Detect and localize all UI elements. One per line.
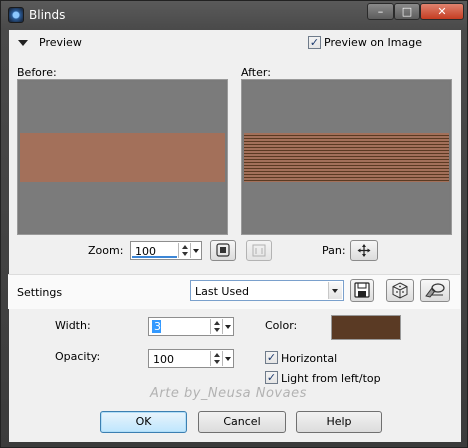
width-value[interactable]: 3	[154, 320, 161, 333]
reset-cube-icon	[392, 282, 408, 299]
chevron-down-icon	[225, 325, 231, 329]
light-from-left-top-checkbox[interactable]: ✓	[265, 371, 278, 384]
minimize-button[interactable]: –	[367, 3, 394, 20]
settings-label: Settings	[17, 286, 63, 299]
color-label: Color:	[265, 319, 298, 332]
before-preview-pane[interactable]	[17, 79, 228, 235]
width-spin-arrows[interactable]	[210, 319, 221, 334]
width-spinbox[interactable]: 3	[148, 317, 234, 336]
window-title: Blinds	[29, 8, 66, 22]
actual-size-button[interactable]	[246, 240, 272, 261]
zoom-slider-indicator	[132, 256, 177, 258]
opacity-spin-arrows[interactable]	[210, 351, 221, 366]
pan-label: Pan:	[322, 244, 346, 257]
actual-size-icon	[252, 244, 266, 257]
light-from-left-top-label[interactable]: Light from left/top	[281, 372, 381, 385]
preview-on-image-checkbox[interactable]: ✓	[308, 36, 321, 49]
before-label: Before:	[17, 66, 57, 79]
after-preview-pane[interactable]	[241, 79, 452, 235]
zoom-spin-arrows[interactable]	[178, 243, 189, 258]
preview-section-label: Preview	[39, 36, 82, 49]
opacity-dropdown-button[interactable]	[222, 351, 232, 366]
reset-button[interactable]	[386, 279, 414, 302]
horizontal-label[interactable]: Horizontal	[281, 352, 337, 365]
spin-up-icon[interactable]	[214, 321, 220, 325]
save-preset-icon	[354, 282, 370, 298]
fit-to-window-icon	[216, 243, 230, 257]
spin-up-icon[interactable]	[182, 245, 188, 249]
blinds-app-icon	[8, 7, 24, 23]
spin-down-icon[interactable]	[214, 328, 220, 332]
color-swatch[interactable]	[331, 315, 401, 340]
preview-on-image-label[interactable]: Preview on Image	[324, 36, 422, 49]
spin-up-icon[interactable]	[214, 353, 220, 357]
preset-value[interactable]: Last Used	[195, 285, 249, 298]
width-label: Width:	[55, 319, 91, 332]
chevron-down-icon	[225, 357, 231, 361]
preset-dropdown-button[interactable]	[328, 282, 342, 299]
chevron-down-icon	[193, 249, 199, 253]
before-color-band	[20, 133, 225, 182]
close-button[interactable]: ✕	[420, 3, 464, 20]
title-bar[interactable]: Blinds – □ ✕	[1, 1, 468, 29]
help-button[interactable]: Help	[296, 411, 382, 433]
after-label: After:	[241, 66, 271, 79]
fit-to-window-button[interactable]	[210, 240, 236, 261]
opacity-label: Opacity:	[55, 350, 101, 363]
watermark-text: Arte by_Neusa Novaes	[150, 386, 307, 401]
pan-move-icon	[357, 244, 371, 257]
zoom-label: Zoom:	[88, 244, 124, 257]
zoom-spinbox[interactable]: 100	[130, 241, 202, 260]
before-preview-image	[20, 82, 225, 232]
opacity-value[interactable]: 100	[153, 353, 174, 366]
preset-editor-icon	[425, 283, 445, 298]
width-dropdown-button[interactable]	[222, 319, 232, 334]
pan-button[interactable]	[350, 240, 378, 261]
zoom-dropdown-button[interactable]	[190, 243, 200, 258]
collapse-preview-icon[interactable]	[18, 40, 28, 46]
after-preview-image	[244, 82, 449, 232]
chevron-down-icon	[332, 289, 338, 293]
preset-dropdown[interactable]: Last Used	[190, 280, 344, 301]
cancel-button[interactable]: Cancel	[198, 411, 286, 433]
ok-button[interactable]: OK	[100, 411, 187, 433]
spin-down-icon[interactable]	[182, 252, 188, 256]
preset-editor-button[interactable]	[420, 279, 450, 302]
opacity-spinbox[interactable]: 100	[148, 349, 234, 368]
save-preset-button[interactable]	[350, 279, 374, 302]
spin-down-icon[interactable]	[214, 360, 220, 364]
after-blinds-band	[244, 133, 449, 182]
maximize-button[interactable]: □	[394, 3, 420, 20]
horizontal-checkbox[interactable]: ✓	[265, 351, 278, 364]
